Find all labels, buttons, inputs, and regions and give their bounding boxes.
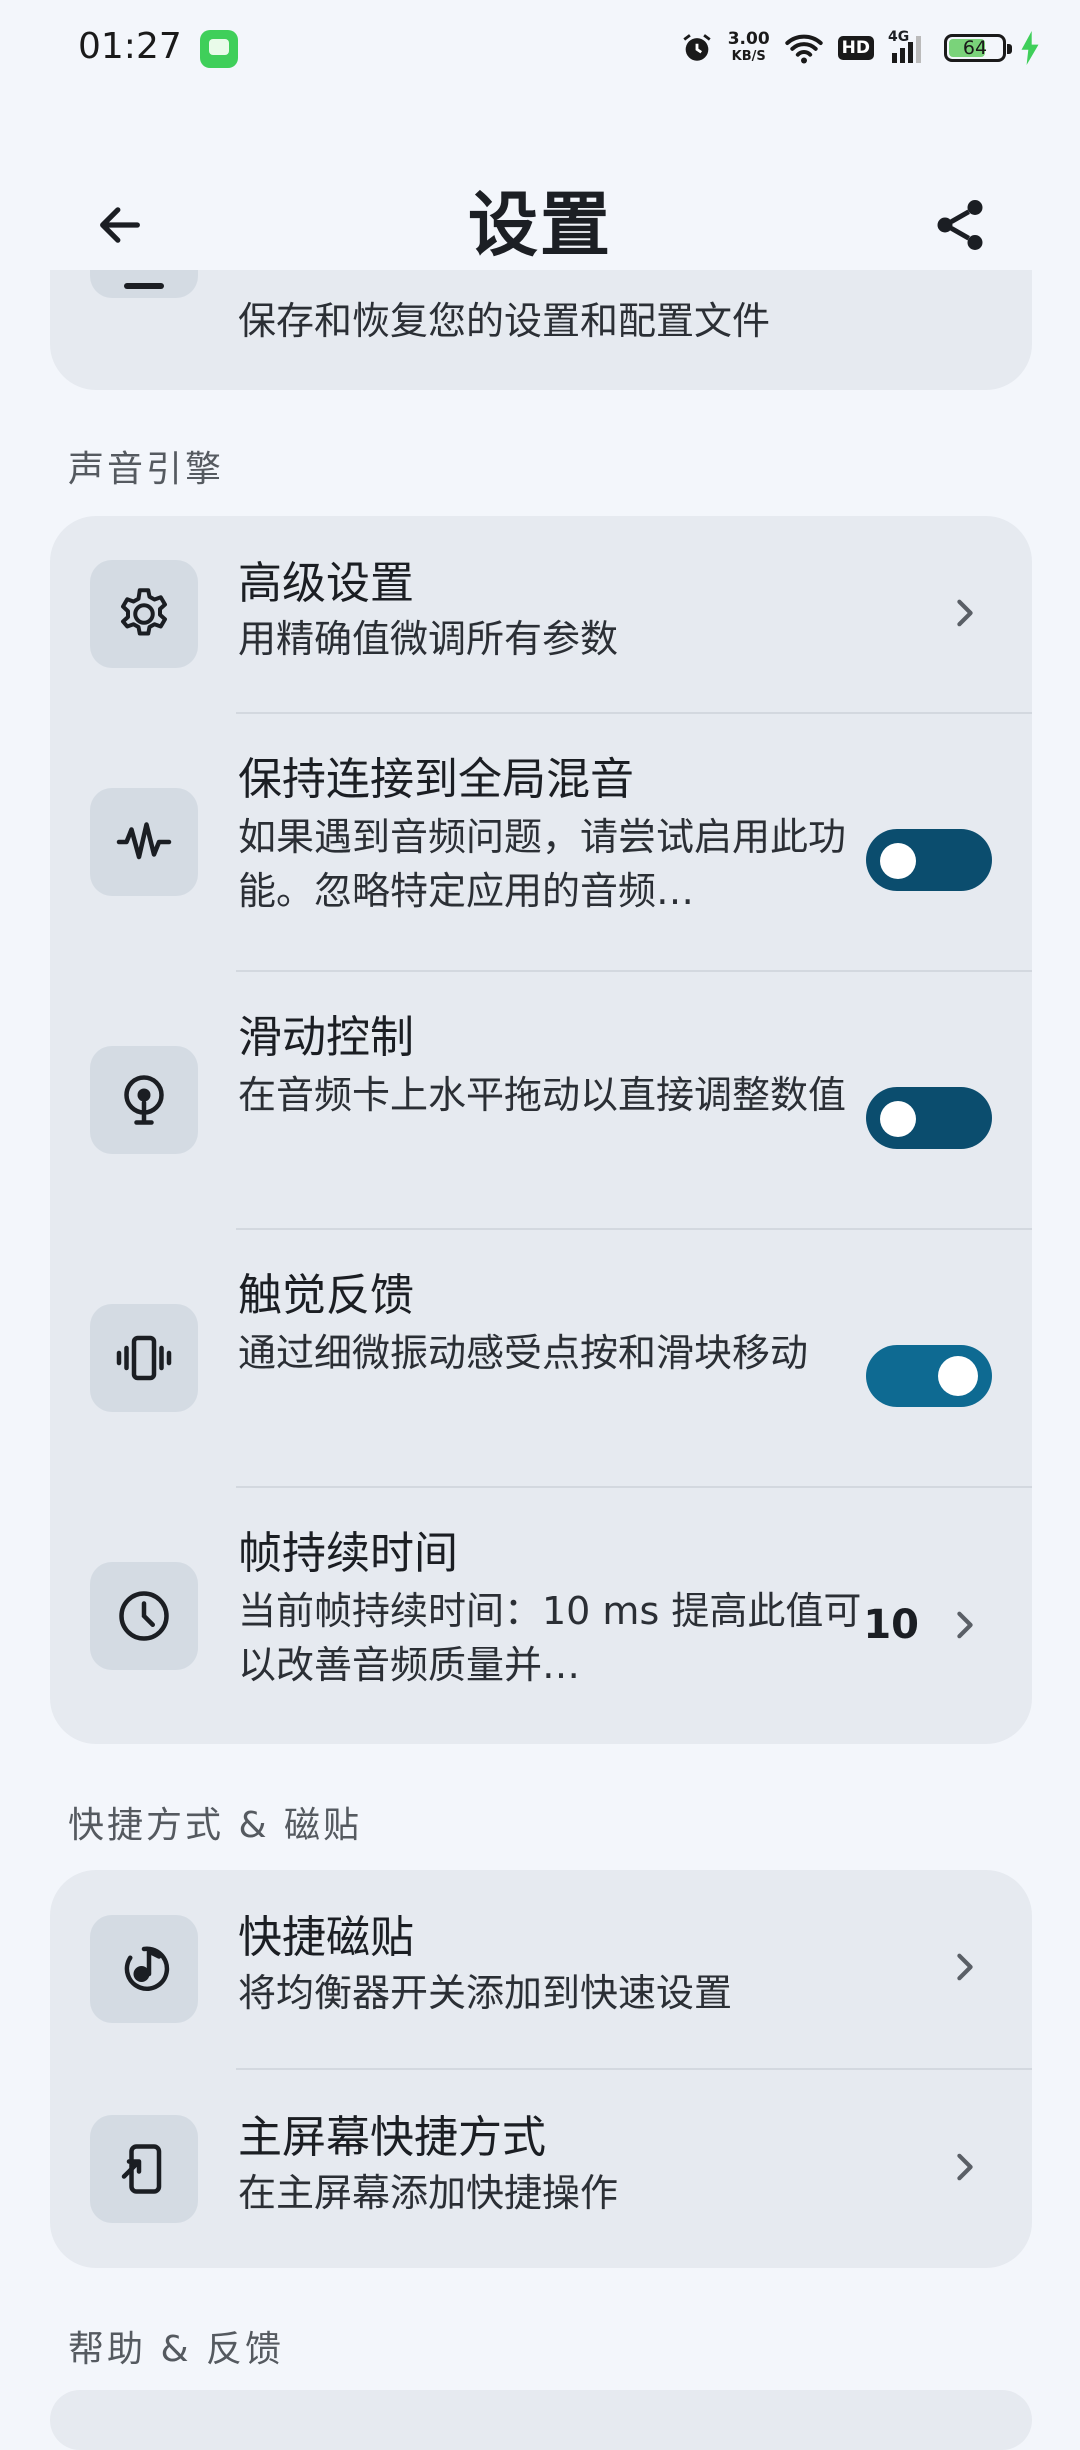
network-speed: 3.00 KB/S — [728, 31, 770, 65]
swipe-control-subtitle: 在音频卡上水平拖动以直接调整数值 — [238, 1073, 847, 1117]
alarm-icon — [683, 34, 711, 61]
quick-tile-item[interactable]: 快捷磁贴 将均衡器开关添加到快速设置 — [50, 1870, 1032, 2068]
status-bar: 01:27 3.00 KB/S HD 4G 64 — [0, 0, 1080, 96]
audio-engine-card: 高级设置 用精确值微调所有参数 保持连接到全局混音 如果遇到音频问题，请尝试启用… — [50, 516, 1032, 1744]
global-mix-title: 保持连接到全局混音 — [238, 754, 634, 805]
chevron-right-icon — [950, 2152, 980, 2182]
messaging-icon — [200, 30, 238, 68]
section-header-shortcuts: 快捷方式 & 磁贴 — [68, 1805, 362, 1846]
wifi-icon — [784, 34, 823, 64]
quick-tile-title: 快捷磁贴 — [238, 1912, 414, 1963]
global-mix-subtitle: 如果遇到音频问题，请尝试启用此功能。忽略特定应用的音频… — [238, 815, 847, 913]
section-header-help: 帮助 & 反馈 — [68, 2329, 284, 2370]
clock-icon — [90, 1562, 198, 1670]
toggle-knob — [880, 1101, 916, 1137]
frame-duration-item[interactable]: 帧持续时间 当前帧持续时间：10 ms 提高此值可以改善音频质量并… 10 — [50, 1488, 1032, 1744]
shortcuts-card: 快捷磁贴 将均衡器开关添加到快速设置 主屏幕快捷方式 在主屏幕添加快捷操作 — [50, 1870, 1032, 2268]
battery-level: 64 — [962, 37, 988, 59]
battery-icon: 64 — [944, 34, 1012, 62]
vibration-icon — [90, 1304, 198, 1412]
swipe-control-title: 滑动控制 — [238, 1012, 414, 1063]
swipe-control-item[interactable]: 滑动控制 在音频卡上水平拖动以直接调整数值 — [50, 972, 1032, 1228]
share-button[interactable] — [915, 180, 1005, 270]
advanced-settings-subtitle: 用精确值微调所有参数 — [238, 617, 619, 661]
toggle-knob — [938, 1356, 978, 1396]
chevron-right-icon — [950, 1952, 980, 1982]
music-tile-icon — [90, 1915, 198, 2023]
global-mix-toggle[interactable] — [866, 829, 992, 891]
status-time: 01:27 — [78, 26, 182, 67]
backup-subtitle: 保存和恢复您的设置和配置文件 — [238, 299, 771, 343]
backup-icon — [90, 270, 198, 298]
home-shortcut-title: 主屏幕快捷方式 — [238, 2112, 546, 2163]
home-shortcut-subtitle: 在主屏幕添加快捷操作 — [238, 2171, 619, 2215]
hd-badge: HD — [837, 36, 874, 60]
advanced-settings-item[interactable]: 高级设置 用精确值微调所有参数 — [50, 516, 1032, 712]
network-speed-unit: KB/S — [731, 49, 766, 64]
quick-tile-subtitle: 将均衡器开关添加到快速设置 — [238, 1971, 733, 2015]
network-speed-value: 3.00 — [727, 29, 770, 49]
share-icon — [937, 200, 983, 250]
swipe-control-toggle[interactable] — [866, 1087, 992, 1149]
chevron-right-icon — [950, 598, 980, 628]
add-to-home-icon — [90, 2115, 198, 2223]
toggle-knob — [880, 843, 916, 879]
status-icons: 3.00 KB/S HD 4G 64 — [680, 26, 1040, 70]
haptic-feedback-item[interactable]: 触觉反馈 通过细微振动感受点按和滑块移动 — [50, 1230, 1032, 1486]
haptic-feedback-toggle[interactable] — [866, 1345, 992, 1407]
swipe-icon — [90, 1046, 198, 1154]
home-shortcut-item[interactable]: 主屏幕快捷方式 在主屏幕添加快捷操作 — [50, 2070, 1032, 2268]
frame-duration-subtitle: 当前帧持续时间：10 ms 提高此值可以改善音频质量并… — [238, 1589, 862, 1687]
haptic-feedback-title: 触觉反馈 — [238, 1270, 414, 1321]
haptic-feedback-subtitle: 通过细微振动感受点按和滑块移动 — [238, 1331, 809, 1375]
section-header-audio-engine: 声音引擎 — [68, 449, 225, 490]
cell-signal-icon: 4G — [888, 29, 930, 65]
chevron-right-icon — [950, 1610, 980, 1640]
global-mix-item[interactable]: 保持连接到全局混音 如果遇到音频问题，请尝试启用此功能。忽略特定应用的音频… — [50, 714, 1032, 970]
charging-icon — [1021, 31, 1039, 65]
help-card — [50, 2390, 1032, 2450]
frame-duration-value: 10 — [863, 1602, 919, 1648]
backup-card[interactable]: 保存和恢复您的设置和配置文件 — [50, 270, 1032, 390]
frame-duration-title: 帧持续时间 — [238, 1528, 458, 1579]
waveform-icon — [90, 788, 198, 896]
gear-icon — [90, 560, 198, 668]
advanced-settings-title: 高级设置 — [238, 558, 414, 609]
